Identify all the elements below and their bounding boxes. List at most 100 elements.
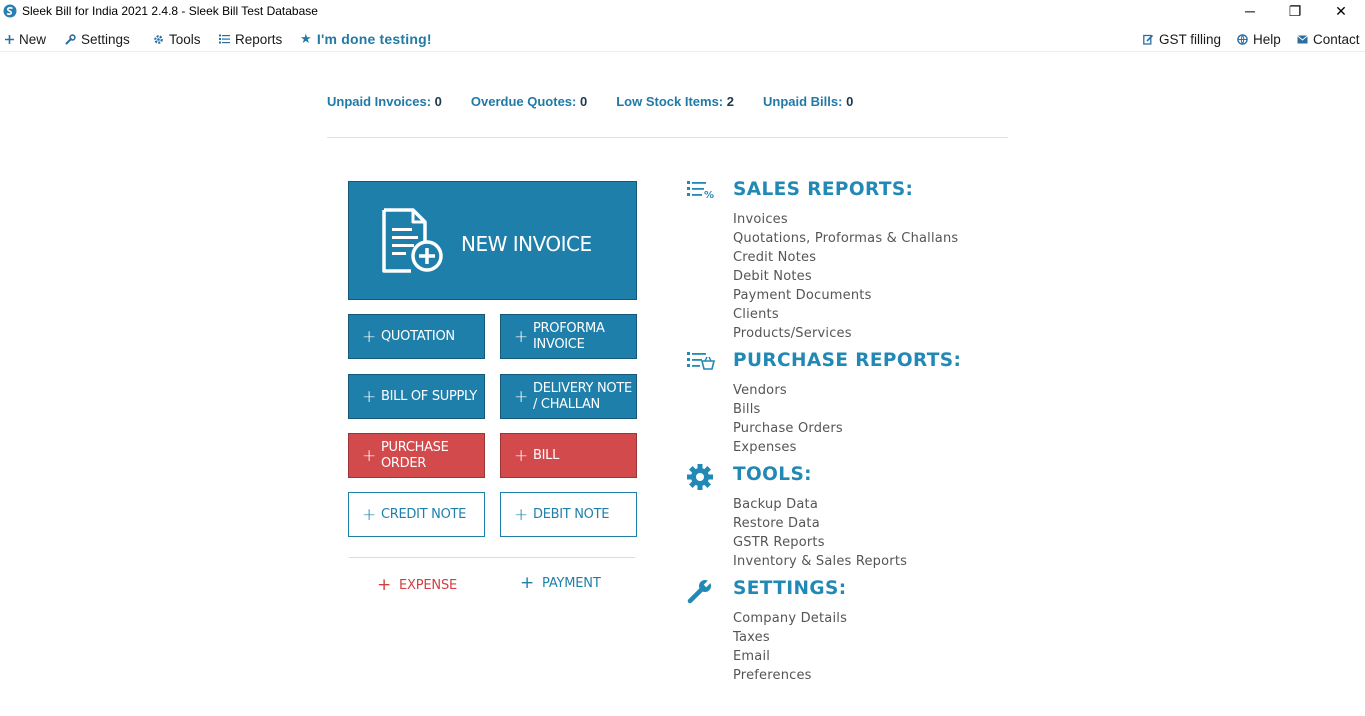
debit-note-button[interactable]: + DEBIT NOTE	[500, 492, 637, 537]
credit-note-label: CREDIT NOTE	[381, 506, 467, 522]
menu-done-testing[interactable]: ★ I'm done testing!	[300, 29, 432, 49]
unpaid-invoices-count: 0	[434, 94, 442, 109]
purchase-link-item[interactable]: Expenses	[733, 438, 843, 457]
quotation-button[interactable]: + QUOTATION	[348, 314, 485, 359]
delivery-note-label: DELIVERY NOTE / CHALLAN	[533, 380, 632, 412]
payment-label: PAYMENT	[542, 575, 601, 591]
unpaid-bills-link[interactable]: Unpaid Bills: 0	[763, 94, 853, 114]
divider	[327, 137, 1008, 138]
unpaid-bills-count: 0	[846, 94, 854, 109]
plus-icon: +	[514, 504, 528, 525]
purchase-order-button[interactable]: + PURCHASE ORDER	[348, 433, 485, 478]
low-stock-label: Low Stock Items:	[616, 94, 724, 109]
restore-button[interactable]: ❐	[1272, 0, 1318, 22]
menu-gst-filling[interactable]: GST filling	[1143, 29, 1221, 49]
menu-settings-label: Settings	[81, 31, 130, 47]
window-title: Sleek Bill for India 2021 2.4.8 - Sleek …	[22, 4, 318, 18]
tools-link-item[interactable]: GSTR Reports	[733, 533, 907, 552]
bill-of-supply-label: BILL OF SUPPLY	[381, 388, 477, 404]
menu-help[interactable]: Help	[1237, 29, 1281, 49]
plus-icon: +	[362, 445, 376, 466]
unpaid-invoices-label: Unpaid Invoices:	[327, 94, 432, 109]
plus-icon	[5, 34, 14, 44]
proforma-invoice-label: PROFORMA INVOICE	[533, 320, 605, 352]
settings-link-item[interactable]: Company Details	[733, 609, 847, 628]
tools-list: Backup Data Restore Data GSTR Reports Inven…	[733, 495, 907, 571]
menu-help-label: Help	[1253, 31, 1281, 47]
purchase-reports-heading: PURCHASE REPORTS:	[733, 350, 962, 371]
menu-new[interactable]: New	[5, 29, 46, 49]
settings-link-item[interactable]: Email	[733, 647, 847, 666]
star-icon: ★	[300, 31, 312, 46]
list-icon	[219, 34, 230, 44]
expense-label: EXPENSE	[399, 577, 458, 593]
new-invoice-button[interactable]: NEW INVOICE	[348, 181, 637, 300]
menu-settings[interactable]: Settings	[65, 29, 130, 49]
sales-reports-heading: SALES REPORTS:	[733, 179, 914, 200]
menu-reports[interactable]: Reports	[219, 29, 282, 49]
sales-reports-list: Invoices Quotations, Proformas & Challans…	[733, 210, 958, 343]
settings-list: Company Details Taxes Email Preferences	[733, 609, 847, 685]
settings-link-item[interactable]: Preferences	[733, 666, 847, 685]
sales-reports-icon: %	[687, 181, 714, 201]
overdue-quotes-link[interactable]: Overdue Quotes: 0	[471, 94, 587, 114]
menu-done-testing-label: I'm done testing!	[316, 31, 432, 47]
purchase-link-item[interactable]: Bills	[733, 400, 843, 419]
plus-icon: +	[362, 326, 376, 347]
purchase-order-label: PURCHASE ORDER	[381, 439, 449, 471]
svg-text:%: %	[704, 190, 714, 201]
settings-link-item[interactable]: Taxes	[733, 628, 847, 647]
menu-bar: New Settings Tools Reports ★ I'm done te…	[0, 26, 1365, 52]
payment-button[interactable]: + PAYMENT	[520, 573, 601, 593]
divider	[349, 557, 635, 558]
sales-link-item[interactable]: Invoices	[733, 210, 958, 229]
purchase-link-item[interactable]: Vendors	[733, 381, 843, 400]
sales-link-item[interactable]: Quotations, Proformas & Challans	[733, 229, 958, 248]
plus-icon: +	[514, 326, 528, 347]
minimize-button[interactable]: ─	[1227, 0, 1273, 22]
overdue-quotes-label: Overdue Quotes:	[470, 94, 577, 109]
summary-stats: Unpaid Invoices: 0 Overdue Quotes: 0 Low…	[327, 94, 853, 114]
settings-heading: SETTINGS:	[733, 578, 847, 599]
plus-icon: +	[362, 386, 376, 407]
expense-button[interactable]: + EXPENSE	[377, 575, 457, 595]
plus-icon: +	[520, 573, 535, 593]
sales-link-item[interactable]: Credit Notes	[733, 248, 958, 267]
debit-note-label: DEBIT NOTE	[533, 506, 610, 522]
new-invoice-label: NEW INVOICE	[461, 232, 592, 256]
plus-icon: +	[514, 445, 528, 466]
bill-of-supply-button[interactable]: + BILL OF SUPPLY	[348, 374, 485, 419]
menu-tools-label: Tools	[169, 31, 201, 47]
sales-link-item[interactable]: Clients	[733, 305, 958, 324]
edit-document-icon	[1143, 34, 1154, 45]
tools-link-item[interactable]: Inventory & Sales Reports	[733, 552, 907, 571]
purchase-reports-list: Vendors Bills Purchase Orders Expenses	[733, 381, 843, 457]
proforma-invoice-button[interactable]: + PROFORMA INVOICE	[500, 314, 637, 359]
purchase-link-item[interactable]: Purchase Orders	[733, 419, 843, 438]
new-document-icon	[382, 208, 443, 273]
close-button[interactable]: ✕	[1318, 0, 1364, 22]
delivery-note-button[interactable]: + DELIVERY NOTE / CHALLAN	[500, 374, 637, 419]
gear-icon	[153, 34, 164, 45]
bill-button[interactable]: + BILL	[500, 433, 637, 478]
wrench-icon	[65, 33, 76, 45]
menu-contact[interactable]: Contact	[1297, 29, 1360, 49]
plus-icon: +	[377, 575, 392, 595]
tools-link-item[interactable]: Backup Data	[733, 495, 907, 514]
sales-link-item[interactable]: Payment Documents	[733, 286, 958, 305]
bill-label: BILL	[533, 447, 560, 463]
unpaid-invoices-link[interactable]: Unpaid Invoices: 0	[327, 94, 442, 114]
credit-note-button[interactable]: + CREDIT NOTE	[348, 492, 485, 537]
tools-heading: TOOLS:	[733, 464, 812, 485]
low-stock-link[interactable]: Low Stock Items: 2	[616, 94, 734, 114]
low-stock-count: 2	[726, 94, 734, 109]
overdue-quotes-count: 0	[579, 94, 588, 109]
tools-link-item[interactable]: Restore Data	[733, 514, 907, 533]
menu-contact-label: Contact	[1313, 31, 1360, 47]
sales-link-item[interactable]: Debit Notes	[733, 267, 958, 286]
menu-new-label: New	[19, 31, 47, 47]
menu-tools[interactable]: Tools	[153, 29, 201, 49]
sales-link-item[interactable]: Products/Services	[733, 324, 958, 343]
menu-reports-label: Reports	[235, 31, 283, 47]
app-logo-icon	[3, 4, 17, 18]
